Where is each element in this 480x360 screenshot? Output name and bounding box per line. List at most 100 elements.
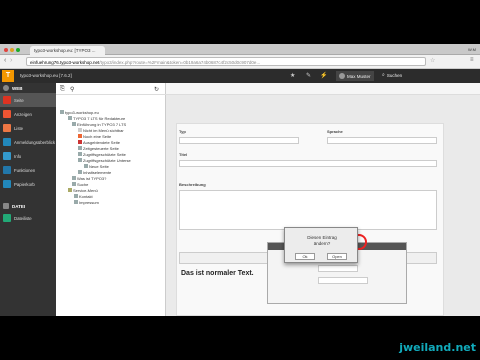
bookmark-icon[interactable]: ★ xyxy=(290,72,295,79)
user-name: Max Muster xyxy=(347,73,371,79)
type-select[interactable] xyxy=(179,137,299,144)
url-path: /typo3/index.php?route=%2Fmain&token=0b1… xyxy=(99,59,261,65)
globe-icon xyxy=(3,85,9,91)
url-host: einfuehrung76.typo3-workshop.net xyxy=(30,59,100,65)
confirm-dialog: Diesen Eintrag ändern? Ok Open xyxy=(284,227,358,263)
back-icon[interactable]: ‹ xyxy=(4,57,6,64)
search-label: Suchen xyxy=(386,72,403,78)
trash-icon xyxy=(3,180,11,188)
sidebar-item-label: Liste xyxy=(14,125,24,131)
sidebar-item-label: Anmeldungsüberblick xyxy=(14,139,56,145)
tab-bar: typo3-workshop.eu: [TYPO3 ... W.M xyxy=(0,44,480,55)
description-textarea[interactable] xyxy=(179,190,437,230)
ok-button[interactable]: Ok xyxy=(295,253,315,260)
sidebar-item-label: Anzeigen xyxy=(14,111,32,117)
sidebar-item-label: Seite xyxy=(14,97,24,103)
sidebar-item-info[interactable]: Info xyxy=(0,149,56,163)
sidebar-item-anzeigen[interactable]: Anzeigen xyxy=(0,107,56,121)
tree-node-label: Impressum xyxy=(79,199,99,205)
protected-page-icon xyxy=(78,158,82,162)
filter-icon[interactable]: ⚲ xyxy=(70,86,74,93)
sidebar-item-anmeldung[interactable]: Anmeldungsüberblick xyxy=(0,135,56,149)
help-icon[interactable]: ✎ xyxy=(306,72,311,79)
typo3-logo-icon[interactable]: T xyxy=(2,70,14,82)
timed-page-icon xyxy=(78,146,82,150)
tree-node-label: Zugriffsgeschützte Seite xyxy=(83,151,126,157)
close-dot-icon[interactable] xyxy=(4,47,8,52)
tree-node-label: Inhaltselemente xyxy=(83,169,112,175)
typo3-topbar: T typo3-workshop.eu [7.6.2] ★ ✎ ⚡ Max Mu… xyxy=(0,69,480,83)
tree-node-label: Kontakt xyxy=(79,193,93,199)
sidebar-item-papierkorb[interactable]: Papierkorb xyxy=(0,177,56,191)
user-menu[interactable]: Max Muster xyxy=(336,71,374,81)
link-popup-field-3[interactable] xyxy=(318,277,368,284)
tree-node-label: Nicht im Menü sichtbar xyxy=(83,127,124,133)
cache-icon[interactable]: ⚡ xyxy=(320,72,327,79)
sidebar-item-label: Papierkorb xyxy=(14,181,35,187)
menu-icon[interactable]: ≡ xyxy=(470,57,474,63)
cancel-button[interactable]: Open xyxy=(327,253,347,260)
tree-node[interactable]: Impressum xyxy=(60,199,164,205)
page-icon xyxy=(68,116,72,120)
sidebar-item-label: Dateiliste xyxy=(14,215,32,221)
browser-window: typo3-workshop.eu: [TYPO3 ... W.M ‹ › ei… xyxy=(0,44,480,316)
content-header xyxy=(166,83,480,95)
sidebar-group-datei[interactable]: DATEI xyxy=(0,201,56,211)
eye-icon xyxy=(3,110,11,118)
content-area: Typ Sprache Titel Beschreibung Das ist n… xyxy=(166,83,480,316)
page-icon xyxy=(74,194,78,198)
search-field[interactable]: ⌕ Suchen xyxy=(382,72,402,78)
globe-icon xyxy=(60,110,64,114)
tree-node-label: Zeitgesteuerte Seite xyxy=(83,145,119,151)
info-icon xyxy=(3,152,11,160)
sidebar-item-dateiliste[interactable]: Dateiliste xyxy=(0,211,56,225)
rte-heading: Das ist normaler Text. xyxy=(181,270,254,277)
tree-node-label: Einführung in TYPO3 7 LTS xyxy=(77,121,127,127)
tree-node-label: typo3-workshop.eu xyxy=(65,109,99,115)
link-popup-field-2[interactable] xyxy=(318,265,358,272)
page-icon xyxy=(78,170,82,174)
list-icon xyxy=(3,124,11,132)
dialog-message-2: ändern? xyxy=(313,241,331,246)
tree-node-label: Service-Menü xyxy=(73,187,98,193)
avatar xyxy=(339,73,345,79)
sidebar-item-funktionen[interactable]: Funktionen xyxy=(0,163,56,177)
type-label: Typ xyxy=(179,129,186,134)
wand-icon xyxy=(3,166,11,174)
forward-icon[interactable]: › xyxy=(10,57,12,64)
site-label: typo3-workshop.eu [7.6.2] xyxy=(20,73,72,78)
new-page-icon[interactable]: ⎘ xyxy=(60,86,65,93)
folder-icon xyxy=(3,203,9,209)
page-icon xyxy=(72,182,76,186)
refresh-icon[interactable]: ↻ xyxy=(154,86,159,93)
star-icon[interactable]: ☆ xyxy=(430,57,435,64)
sidebar-group-label: WEB xyxy=(12,85,23,91)
browser-tab[interactable]: typo3-workshop.eu: [TYPO3 ... xyxy=(30,46,105,55)
page-icon xyxy=(78,134,82,138)
title-input[interactable] xyxy=(179,160,437,167)
folder-icon xyxy=(68,188,72,192)
tree-node-label: Ausgeblendete Seite xyxy=(83,139,120,145)
page-icon xyxy=(72,122,76,126)
sidebar-group-web[interactable]: WEB xyxy=(0,83,56,93)
url-input[interactable]: einfuehrung76.typo3-workshop.net/typo3/i… xyxy=(26,57,426,66)
form-panel: Typ Sprache Titel Beschreibung Das ist n… xyxy=(176,123,444,316)
sidebar-item-seite[interactable]: Seite xyxy=(0,93,56,107)
tree-node-label: Suche xyxy=(77,181,89,187)
description-label: Beschreibung xyxy=(179,182,206,187)
minimize-dot-icon[interactable] xyxy=(10,47,14,52)
maximize-dot-icon[interactable] xyxy=(16,47,20,52)
chart-icon xyxy=(3,138,11,146)
search-icon: ⌕ xyxy=(382,72,385,78)
hidden-page-icon xyxy=(78,128,82,132)
sidebar-item-label: Funktionen xyxy=(14,167,36,173)
sidebar-item-liste[interactable]: Liste xyxy=(0,121,56,135)
sidebar-item-label: Info xyxy=(14,153,22,159)
tree-node-label: TYPO3 7 LTS für Redakteure xyxy=(73,115,126,121)
language-select[interactable] xyxy=(327,137,437,144)
window-label: W.M xyxy=(468,47,476,52)
language-label: Sprache xyxy=(327,129,343,134)
tree-nodes: typo3-workshop.eu TYPO3 7 LTS für Redakt… xyxy=(60,109,164,205)
tree-node-label: Noch eine Seite xyxy=(83,133,112,139)
address-bar: ‹ › einfuehrung76.typo3-workshop.net/typ… xyxy=(0,55,480,69)
